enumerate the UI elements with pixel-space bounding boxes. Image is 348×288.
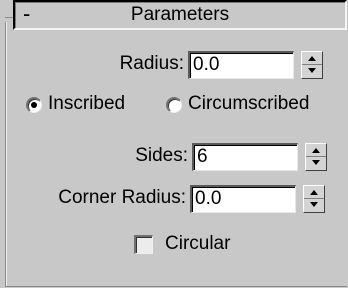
- sides-field[interactable]: 6: [192, 143, 298, 171]
- radius-label: Radius:: [119, 53, 184, 74]
- corner-radius-label: Corner Radius:: [58, 187, 186, 208]
- circular-label[interactable]: Circular: [165, 232, 230, 256]
- radius-spinner[interactable]: [301, 51, 323, 79]
- radius-value: 0.0: [193, 54, 220, 75]
- corner-radius-value: 0.0: [195, 188, 222, 209]
- spin-down-icon[interactable]: [304, 199, 324, 212]
- parameters-rollout-header[interactable]: - Parameters: [13, 0, 347, 30]
- corner-radius-spinner[interactable]: [303, 185, 325, 213]
- corner-radius-field[interactable]: 0.0: [190, 185, 296, 213]
- circumscribed-label[interactable]: Circumscribed: [188, 92, 309, 116]
- radius-field[interactable]: 0.0: [188, 51, 294, 79]
- inscribed-label[interactable]: Inscribed: [48, 92, 125, 116]
- rollout-title: Parameters: [130, 4, 230, 25]
- inscribed-radio[interactable]: [26, 97, 42, 113]
- spin-down-icon[interactable]: [306, 157, 326, 170]
- spin-down-icon[interactable]: [302, 65, 322, 78]
- circular-checkbox[interactable]: [134, 235, 153, 254]
- circumscribed-radio[interactable]: [166, 97, 182, 113]
- sides-label: Sides:: [135, 145, 188, 166]
- sides-value: 6: [197, 146, 208, 167]
- sides-spinner[interactable]: [305, 143, 327, 171]
- rollout-frame-tick: [5, 17, 13, 18]
- radio-selected-dot: [31, 102, 37, 108]
